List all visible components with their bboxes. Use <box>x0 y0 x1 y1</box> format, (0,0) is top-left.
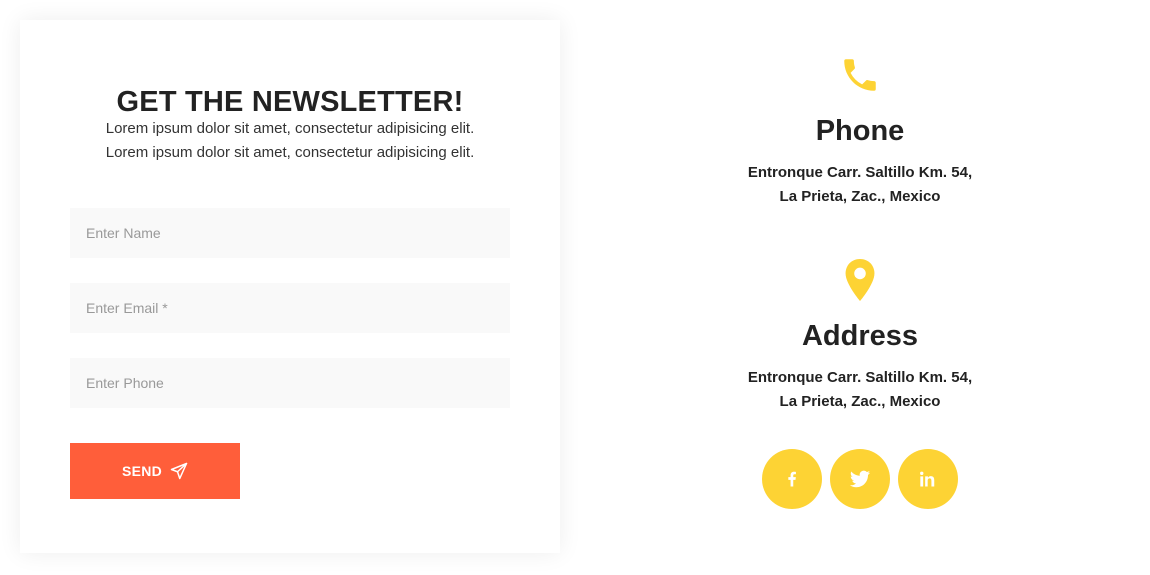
address-details: Entronque Carr. Saltillo Km. 54, La Prie… <box>660 366 1060 414</box>
name-input[interactable] <box>70 208 510 258</box>
send-button[interactable]: SEND <box>70 443 240 499</box>
phone-details: Entronque Carr. Saltillo Km. 54, La Prie… <box>660 161 1060 209</box>
facebook-button[interactable] <box>762 449 822 509</box>
phone-detail-line: La Prieta, Zac., Mexico <box>779 188 941 205</box>
map-pin-icon <box>660 259 1060 301</box>
page: GET THE NEWSLETTER! Lorem ipsum dolor si… <box>0 0 1150 575</box>
twitter-button[interactable] <box>830 449 890 509</box>
phone-heading: Phone <box>815 115 905 147</box>
phone-input[interactable] <box>70 358 510 408</box>
email-input[interactable] <box>70 283 510 333</box>
newsletter-description-line: Lorem ipsum dolor sit amet, consectetur … <box>105 144 475 161</box>
address-detail-line: La Prieta, Zac., Mexico <box>779 393 941 410</box>
paper-plane-icon <box>170 462 188 480</box>
address-heading: Address <box>801 320 919 352</box>
newsletter-card: GET THE NEWSLETTER! Lorem ipsum dolor si… <box>20 20 560 553</box>
twitter-icon <box>849 470 871 488</box>
social-links <box>660 449 1060 509</box>
linkedin-button[interactable] <box>898 449 958 509</box>
newsletter-description-line: Lorem ipsum dolor sit amet, consectetur … <box>105 120 475 137</box>
facebook-icon <box>788 471 796 487</box>
contact-info: Phone Entronque Carr. Saltillo Km. 54, L… <box>660 0 1060 575</box>
address-detail-line: Entronque Carr. Saltillo Km. 54, <box>747 369 973 386</box>
newsletter-description: Lorem ipsum dolor sit amet, consectetur … <box>20 117 560 165</box>
newsletter-title: GET THE NEWSLETTER! <box>116 86 464 118</box>
phone-detail-line: Entronque Carr. Saltillo Km. 54, <box>747 164 973 181</box>
send-button-label: SEND <box>121 463 163 479</box>
linkedin-icon <box>920 471 935 487</box>
phone-icon <box>660 54 1060 96</box>
